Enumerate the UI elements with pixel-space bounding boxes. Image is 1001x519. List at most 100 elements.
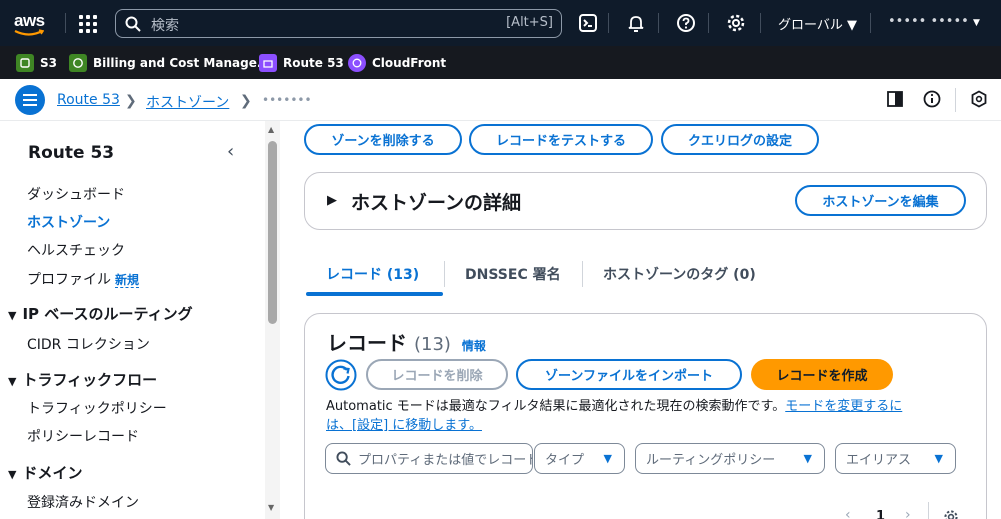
s3-service-icon <box>16 54 34 72</box>
favorite-cloudfront[interactable]: CloudFront <box>348 53 446 73</box>
region-label: グローバル <box>778 18 843 33</box>
type-filter-select[interactable]: タイプ ▼ <box>534 443 625 474</box>
account-menu[interactable]: ••••• ••••• ▼ <box>888 14 980 29</box>
breadcrumb-route53[interactable]: Route 53 <box>57 92 120 108</box>
sidebar-item-registered-domains[interactable]: 登録済みドメイン <box>27 492 139 512</box>
search-placeholder: 検索 <box>151 18 179 34</box>
caret-down-icon: ▼ <box>8 468 17 481</box>
breadcrumb-hosted-zones[interactable]: ホストゾーン <box>146 92 229 112</box>
info-link[interactable]: 情報 <box>462 339 486 353</box>
caret-down-icon: ▼ <box>847 18 858 33</box>
search-icon <box>336 451 351 466</box>
routing-policy-filter-select[interactable]: ルーティングポリシー ▼ <box>635 443 825 474</box>
query-logging-button[interactable]: クエリログの設定 <box>661 124 819 155</box>
services-grid-icon[interactable] <box>79 15 97 33</box>
filter-label: ルーティングポリシー <box>646 453 776 468</box>
section-traffic-flow[interactable]: ▼ トラフィックフロー <box>8 369 157 390</box>
cloudfront-service-icon <box>348 54 366 72</box>
page-number[interactable]: 1 <box>876 509 885 519</box>
details-title[interactable]: ホストゾーンの詳細 <box>351 188 521 215</box>
section-domains[interactable]: ▼ ドメイン <box>8 462 82 483</box>
alias-filter-select[interactable]: エイリアス ▼ <box>835 443 956 474</box>
account-label: ••••• ••••• <box>888 14 969 29</box>
tab-records[interactable]: レコード (13) <box>326 264 419 284</box>
filter-label: エイリアス <box>846 453 912 468</box>
test-record-button[interactable]: レコードをテストする <box>469 124 653 155</box>
main-content: ゾーンを削除する レコードをテストする クエリログの設定 ▶ ホストゾーンの詳細… <box>281 121 1001 519</box>
delete-record-button[interactable]: レコードを削除 <box>366 359 508 390</box>
favorite-label: Route 53 <box>283 56 344 70</box>
caret-right-icon[interactable]: ▶ <box>327 193 337 208</box>
records-title-text: レコード <box>327 331 407 355</box>
collapse-nav-icon[interactable]: ‹ <box>227 141 234 162</box>
nav-divider <box>608 13 609 33</box>
cloudshell-icon[interactable] <box>578 13 598 33</box>
favorite-s3[interactable]: S3 <box>16 53 57 73</box>
tab-tags[interactable]: ホストゾーンのタグ (0) <box>603 264 756 284</box>
sidebar-item-policy-records[interactable]: ポリシーレコード <box>27 426 139 446</box>
favorite-billing[interactable]: Billing and Cost Manage... <box>69 53 271 73</box>
global-search-input[interactable]: 検索 [Alt+S] <box>115 9 562 38</box>
side-nav-title[interactable]: Route 53 <box>28 143 114 163</box>
prev-page-icon[interactable]: ‹ <box>845 507 851 519</box>
search-placeholder: プロパティまたは値でレコードを <box>358 453 533 468</box>
sidebar-scrollbar[interactable]: ▲ ▼ <box>265 121 280 519</box>
caret-down-icon: ▼ <box>803 452 812 465</box>
edit-hosted-zone-button[interactable]: ホストゾーンを編集 <box>795 185 966 216</box>
records-title: レコード (13) 情報 <box>327 327 486 356</box>
caret-down-icon: ▼ <box>8 375 17 388</box>
caret-down-icon: ▼ <box>603 452 612 465</box>
region-selector[interactable]: グローバル ▼ <box>778 14 857 33</box>
create-record-button[interactable]: レコードを作成 <box>751 359 893 390</box>
info-icon[interactable] <box>923 90 941 108</box>
caret-down-icon: ▼ <box>8 309 17 322</box>
route53-service-icon <box>259 54 277 72</box>
favorite-label: S3 <box>40 56 57 70</box>
feedback-hexagon-icon[interactable] <box>970 90 988 108</box>
tab-divider <box>582 261 583 287</box>
bell-icon[interactable] <box>626 13 646 33</box>
menu-line <box>23 104 37 106</box>
breadcrumb-divider <box>955 88 956 112</box>
help-icon[interactable] <box>676 13 696 33</box>
delete-zone-button[interactable]: ゾーンを削除する <box>304 124 462 155</box>
caret-down-icon: ▼ <box>972 18 980 28</box>
refresh-icon[interactable] <box>325 359 357 391</box>
top-navigation: aws 検索 [Alt+S] グローバル ▼ ••••• ••••• ▼ <box>0 0 1001 46</box>
billing-service-icon <box>69 54 87 72</box>
breadcrumb-current: ••••••• <box>262 93 312 107</box>
next-page-icon[interactable]: › <box>905 507 911 519</box>
section-ip-routing[interactable]: ▼ IP ベースのルーティング <box>8 303 193 324</box>
aws-logo[interactable]: aws <box>12 9 52 37</box>
side-menu-toggle-button[interactable] <box>15 85 45 115</box>
mode-link-part2: は、[設定] に移動します。 <box>326 418 482 433</box>
sidebar-item-health-checks[interactable]: ヘルスチェック <box>27 240 125 260</box>
hosted-zone-details-panel: ▶ ホストゾーンの詳細 ホストゾーンを編集 <box>304 172 987 230</box>
preferences-gear-icon[interactable] <box>943 509 959 519</box>
sidebar-item-profiles[interactable]: プロファイル 新規 <box>27 269 140 289</box>
gear-icon[interactable] <box>726 13 746 33</box>
sidebar-item-hosted-zones[interactable]: ホストゾーン <box>27 212 110 232</box>
nav-divider <box>658 13 659 33</box>
active-tab-indicator <box>306 292 443 296</box>
sidebar-item-traffic-policies[interactable]: トラフィックポリシー <box>27 398 167 418</box>
scroll-down-icon[interactable]: ▼ <box>268 503 274 512</box>
sidebar-item-cidr[interactable]: CIDR コレクション <box>27 334 150 354</box>
search-shortcut: [Alt+S] <box>506 15 553 30</box>
chevron-right-icon: ❯ <box>240 93 252 109</box>
import-zone-file-button[interactable]: ゾーンファイルをインポート <box>516 359 742 390</box>
menu-line <box>23 99 37 101</box>
filter-label: タイプ <box>545 453 585 468</box>
mode-text: Automatic モードは最適なフィルタ結果に最適化された現在の検索動作です。 <box>326 399 786 414</box>
records-search-input[interactable]: プロパティまたは値でレコードを <box>325 443 533 474</box>
favorite-route53[interactable]: Route 53 <box>259 53 344 73</box>
pagination-divider <box>928 502 929 519</box>
nav-divider <box>760 13 761 33</box>
split-panel-icon[interactable] <box>886 90 904 108</box>
sidebar-item-dashboard[interactable]: ダッシュボード <box>27 184 125 204</box>
tab-dnssec[interactable]: DNSSEC 署名 <box>465 264 561 284</box>
nav-divider <box>870 13 871 33</box>
scroll-up-icon[interactable]: ▲ <box>268 125 274 134</box>
menu-line <box>23 94 37 96</box>
scrollbar-thumb[interactable] <box>268 141 277 324</box>
